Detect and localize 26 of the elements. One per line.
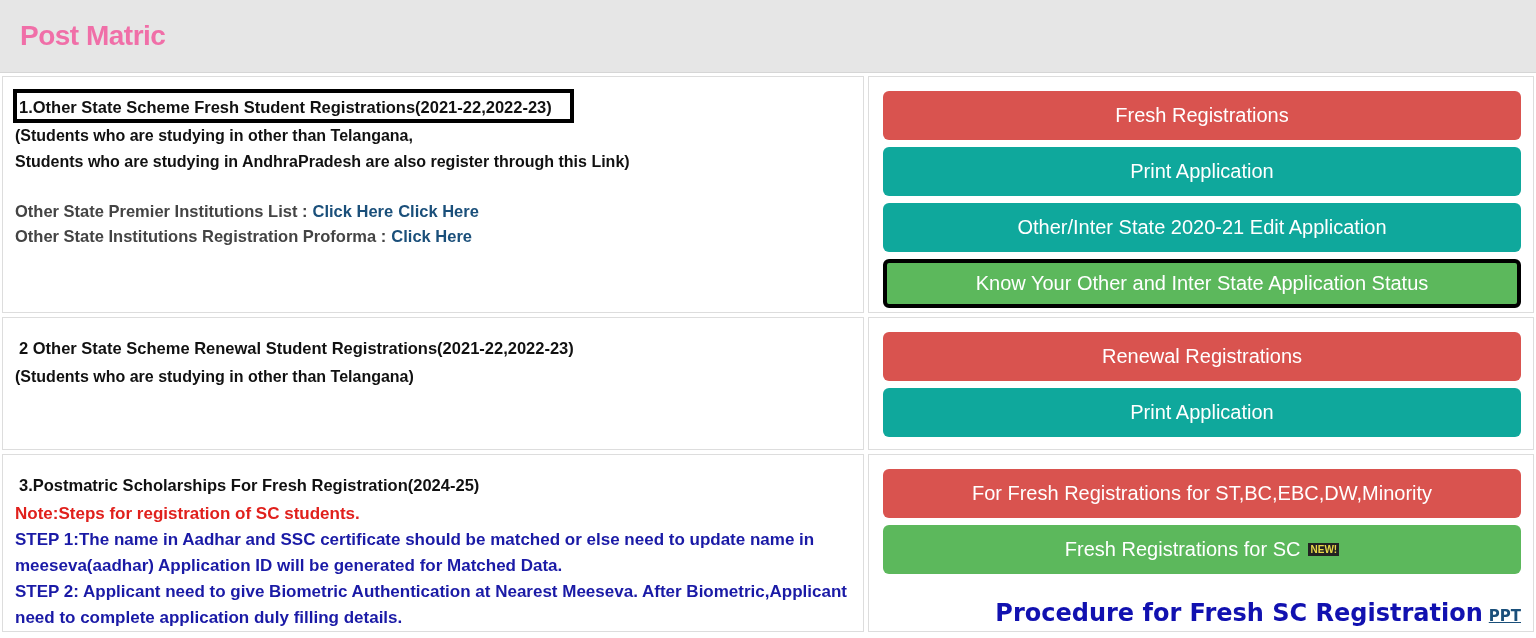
section-description: (Students who are studying in other than Telangana,	[15, 126, 414, 146]
section-heading: 2 Other State Scheme Renewal Student Registrations(2021-22,2022-23)	[18, 338, 575, 359]
link-label: Other State Institutions Registration Proforma :	[15, 226, 387, 247]
action-button[interactable]: Fresh Registrations for SC NEW!	[883, 525, 1521, 574]
click-here-link[interactable]: Click Here	[391, 224, 472, 249]
action-button[interactable]: For Fresh Registrations for ST,BC,EBC,DW,Minority	[883, 469, 1521, 518]
step-text: STEP 1:The name in Aadhar and SSC certificate should be matched or else need to update name in meeseva(aadhar) Application ID will be generated for Matched Data.	[15, 529, 816, 577]
step-text: STEP 2: Applicant need to give Biometric Authentication at Nearest Meeseva. After Biometric,Applicant need to complete application duly filling details.	[15, 581, 848, 629]
section-description: Students who are studying in AndhraPradesh are also register through this Link)	[15, 152, 631, 172]
section-heading: 3.Postmatric Scholarships For Fresh Registration(2024-25)	[18, 475, 481, 496]
action-button[interactable]: Fresh Registrations	[883, 91, 1521, 140]
action-button[interactable]: Print Application	[883, 388, 1521, 437]
procedure-heading: Procedure for Fresh SC Registration	[995, 599, 1483, 627]
action-button[interactable]: Know Your Other and Inter State Application Status	[883, 259, 1521, 308]
action-button[interactable]: Other/Inter State 2020-21 Edit Application	[883, 203, 1521, 252]
section-heading: 1.Other State Scheme Fresh Student Registrations(2021-22,2022-23)	[13, 89, 574, 123]
link-label: Other State Premier Institutions List :	[15, 201, 308, 222]
new-badge: NEW!	[1308, 543, 1340, 556]
click-here-link[interactable]: Click Here	[312, 199, 394, 224]
section-description: (Students who are studying in other than Telangana)	[15, 367, 415, 387]
action-button[interactable]: Renewal Registrations	[883, 332, 1521, 381]
action-button[interactable]: Print Application	[883, 147, 1521, 196]
note-text: Note:Steps for registration of SC students.	[15, 503, 361, 525]
click-here-link[interactable]: Click Here	[398, 199, 479, 224]
page-title: Post Matric	[20, 20, 166, 52]
ppt-link[interactable]: PPT	[1488, 607, 1521, 625]
